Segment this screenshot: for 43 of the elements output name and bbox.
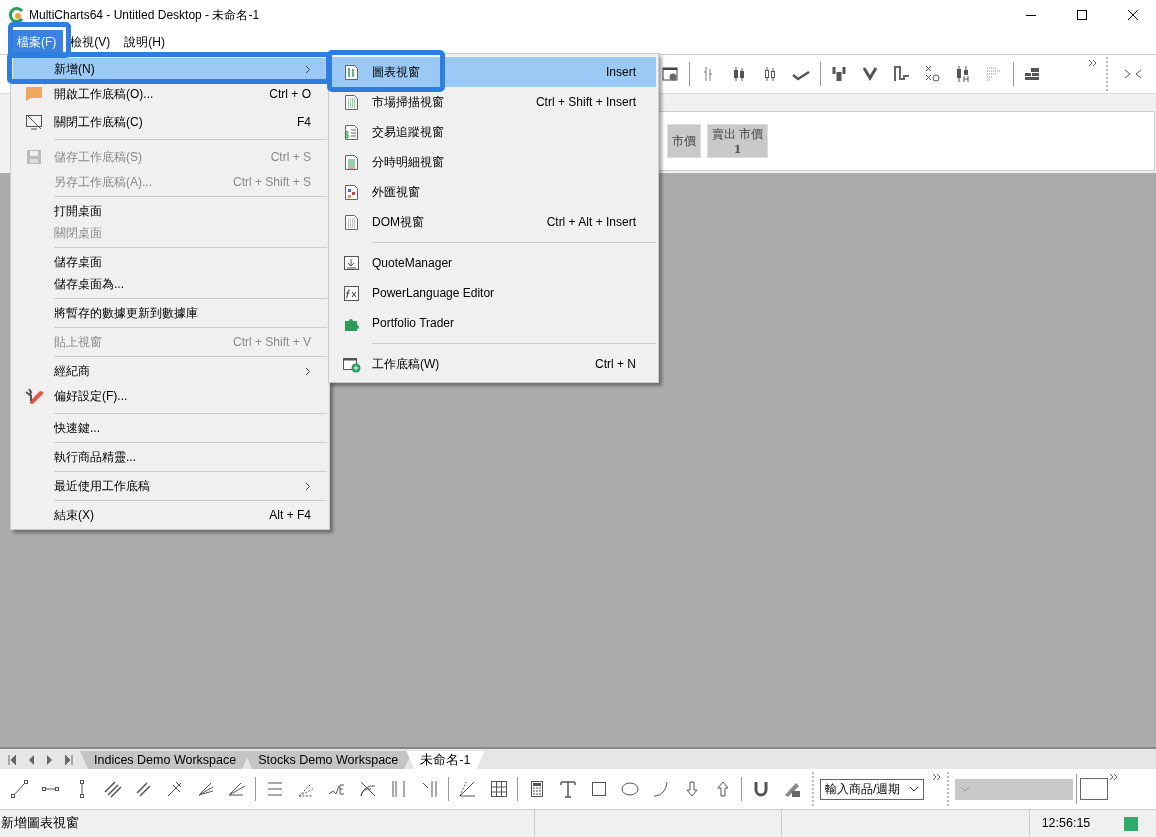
shortcut-text: Insert [606, 65, 636, 79]
menu-item[interactable]: 外匯視窗 [331, 177, 656, 207]
quantity-text: 1 [733, 143, 742, 156]
shortcut-text: Ctrl + Alt + Insert [546, 215, 636, 229]
shortcut-text: F4 [297, 115, 311, 129]
shortcut-text: Alt + F4 [269, 508, 311, 522]
shortcut-text: Ctrl + N [595, 357, 636, 371]
menu-bar-item[interactable]: 檢視(V) [63, 30, 118, 54]
menu-item[interactable]: 新增(N) [13, 58, 327, 80]
shortcut-text: Ctrl + O [269, 87, 311, 101]
menu-item[interactable]: 經紀商 [13, 360, 327, 382]
shortcut-text: Ctrl + S [270, 150, 311, 164]
menu-item[interactable]: 儲存桌面 [13, 251, 327, 273]
menu-item[interactable]: 將暫存的數據更新到數據庫 [13, 302, 327, 324]
menu-item[interactable]: Portfolio Trader [331, 308, 656, 338]
menu-item[interactable]: 執行商品精靈... [13, 446, 327, 468]
menu-item[interactable]: 最近使用工作底稿 [13, 475, 327, 497]
menu-item[interactable]: 交易追蹤視窗 [331, 117, 656, 147]
status-time: 12:56:15 [1029, 810, 1102, 837]
order-button[interactable]: 賣出 市價 1 [707, 124, 769, 158]
window-title: MultiCharts64 - Untitled Desktop - 未命名-1 [29, 6, 261, 24]
order-button[interactable]: 市價 [667, 124, 701, 158]
shortcut-text: Ctrl + Shift + Insert [535, 95, 636, 109]
status-message: 新增圖表視窗 [0, 815, 80, 832]
menu-bar-item[interactable]: 說明(H) [117, 30, 172, 54]
menu-item[interactable]: 圖表視窗 Insert [331, 57, 656, 87]
menu-item[interactable]: 工作底稿(W) Ctrl + N [331, 349, 656, 379]
menu-item[interactable]: 關閉工作底稿(C) F4 [13, 108, 327, 136]
menu-item[interactable]: PowerLanguage Editor [331, 278, 656, 308]
menu-item[interactable]: 分時明細視窗 [331, 147, 656, 177]
menu-item[interactable]: 結束(X) Alt + F4 [13, 504, 327, 526]
shortcut-text: Ctrl + Shift + V [232, 335, 311, 349]
menu-item[interactable]: DOM視窗 Ctrl + Alt + Insert [331, 207, 656, 237]
menu-item[interactable]: 偏好設定(F)... [13, 382, 327, 410]
symbol-combo[interactable]: 輸入商品/週期 [820, 778, 924, 800]
shortcut-text: Ctrl + Shift + S [232, 175, 311, 189]
menu-item[interactable]: 市場掃描視窗 Ctrl + Shift + Insert [331, 87, 656, 117]
menu-item[interactable]: QuoteManager [331, 248, 656, 278]
workspace-tab[interactable]: 未命名-1 [406, 751, 485, 769]
menu-item[interactable]: 快速鍵... [13, 417, 327, 439]
menu-item[interactable]: 儲存桌面為... [13, 273, 327, 295]
menu-item[interactable]: 打開桌面 [13, 200, 327, 222]
menu-item[interactable]: 開啟工作底稿(O)... Ctrl + O [13, 80, 327, 108]
